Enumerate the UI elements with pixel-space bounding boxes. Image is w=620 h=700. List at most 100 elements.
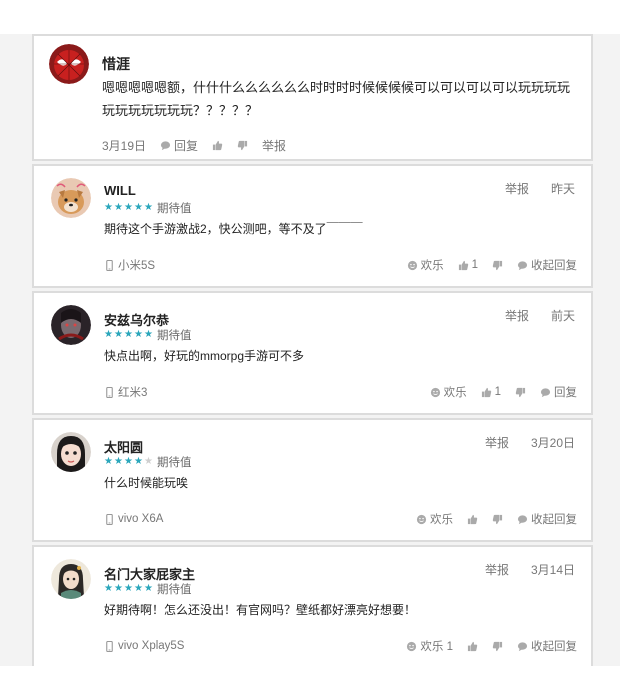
fun-button[interactable]: 欢乐 1 bbox=[406, 638, 453, 654]
star-icon: ★ bbox=[134, 456, 143, 467]
reply-label: 收起回复 bbox=[531, 514, 577, 526]
page-top-margin bbox=[0, 0, 620, 34]
avatar[interactable] bbox=[51, 559, 91, 599]
thumbs-up-icon bbox=[212, 140, 223, 151]
like-button[interactable] bbox=[212, 140, 223, 151]
rating-label: 期待值 bbox=[157, 330, 192, 342]
star-icon: ★ bbox=[124, 202, 133, 213]
avatar[interactable] bbox=[51, 432, 91, 472]
star-icon: ★ bbox=[114, 583, 123, 594]
report-button[interactable]: 举报 bbox=[485, 561, 509, 578]
like-button[interactable]: 1 bbox=[458, 259, 478, 271]
comment-list: 惜涯 嗯嗯嗯嗯嗯额，什什什么么么么么么时时时时候候候候可以可以可以可以玩玩玩玩玩… bbox=[32, 34, 593, 672]
rating-label: 期待值 bbox=[157, 203, 192, 215]
avatar[interactable] bbox=[51, 178, 91, 218]
comment-time: 昨天 bbox=[550, 182, 575, 196]
like-button[interactable]: 1 bbox=[481, 386, 501, 398]
reply-label: 回复 bbox=[174, 138, 199, 153]
phone-icon bbox=[104, 640, 115, 652]
fun-label: 欢乐 1 bbox=[420, 641, 453, 653]
star-icon: ★ bbox=[104, 202, 113, 213]
thumbs-down-icon bbox=[492, 641, 503, 652]
speech-bubble-icon bbox=[517, 260, 528, 271]
star-rating: ★ ★ ★ ★ ★ bbox=[104, 329, 154, 341]
comment-card: 安兹乌尔恭 ★ ★ ★ ★ ★ 期待值 举报 前天 快点出啊，好玩的mmorpg… bbox=[32, 291, 593, 415]
star-icon: ★ bbox=[104, 329, 113, 340]
comment-footer: vivo X6A 欢乐 收起回复 bbox=[104, 511, 577, 527]
comment-footer: 红米3 欢乐 1 回复 bbox=[104, 384, 577, 400]
report-button[interactable]: 举报 bbox=[485, 434, 509, 451]
comment-actions: 欢乐 1 收起回复 bbox=[407, 257, 577, 273]
thumbs-up-icon bbox=[467, 514, 478, 525]
comment-text: 期待这个手游激战2，快公测吧，等不及了￣￣￣ bbox=[104, 222, 363, 236]
comment-card: 名门大家屁家主 ★ ★ ★ ★ ★ 期待值 举报 3月14日 好期待啊！怎么还没… bbox=[32, 545, 593, 669]
dislike-button[interactable] bbox=[492, 641, 503, 652]
reply-button[interactable]: 收起回复 bbox=[517, 511, 577, 527]
dislike-button[interactable] bbox=[237, 140, 248, 151]
star-icon: ★ bbox=[124, 456, 133, 467]
comment-time: 3月14日 bbox=[530, 563, 575, 577]
reply-button[interactable]: 回复 bbox=[540, 384, 577, 400]
like-button[interactable] bbox=[467, 514, 478, 525]
star-icon: ★ bbox=[114, 329, 123, 340]
smiley-icon bbox=[416, 514, 427, 525]
smiley-icon bbox=[406, 641, 417, 652]
comment-card: 惜涯 嗯嗯嗯嗯嗯额，什什什么么么么么么时时时时候候候候可以可以可以可以玩玩玩玩玩… bbox=[32, 34, 593, 161]
star-icon: ★ bbox=[134, 583, 143, 594]
device-name: vivo X6A bbox=[118, 513, 164, 525]
avatar[interactable] bbox=[51, 305, 91, 345]
thumbs-down-icon bbox=[492, 260, 503, 271]
username[interactable]: 惜涯 bbox=[102, 54, 130, 74]
report-button[interactable]: 举报 bbox=[505, 307, 529, 324]
avatar[interactable] bbox=[49, 44, 89, 84]
dislike-button[interactable] bbox=[492, 514, 503, 525]
star-icon: ★ bbox=[134, 202, 143, 213]
report-button[interactable]: 举报 bbox=[505, 180, 529, 197]
device-name: 小米5S bbox=[118, 260, 156, 272]
fun-button[interactable]: 欢乐 bbox=[430, 384, 467, 400]
like-count: 1 bbox=[494, 386, 501, 398]
report-button[interactable]: 举报 bbox=[262, 137, 286, 154]
reply-label: 收起回复 bbox=[531, 260, 577, 272]
comment-text: 快点出啊，好玩的mmorpg手游可不多 bbox=[104, 349, 305, 363]
star-icon: ★ bbox=[144, 583, 153, 594]
speech-bubble-icon bbox=[160, 140, 171, 151]
star-icon: ★ bbox=[114, 202, 123, 213]
comment-meta: 举报 3月20日 bbox=[485, 434, 575, 451]
star-icon: ★ bbox=[104, 456, 113, 467]
star-icon: ★ bbox=[124, 583, 133, 594]
like-count: 1 bbox=[471, 259, 478, 271]
comment-time: 前天 bbox=[550, 309, 575, 323]
star-icon: ★ bbox=[144, 202, 153, 213]
phone-icon bbox=[104, 386, 115, 398]
dislike-button[interactable] bbox=[515, 387, 526, 398]
thumbs-up-icon bbox=[458, 260, 469, 271]
fun-label: 欢乐 bbox=[420, 260, 444, 272]
comment-actions: 欢乐 1 回复 bbox=[430, 384, 577, 400]
comment-meta: 举报 前天 bbox=[505, 307, 575, 324]
thumbs-down-icon bbox=[492, 514, 503, 525]
fun-label: 欢乐 bbox=[443, 387, 467, 399]
device-info: vivo X6A bbox=[104, 513, 163, 525]
fun-button[interactable]: 欢乐 bbox=[407, 257, 444, 273]
phone-icon bbox=[104, 513, 115, 525]
fun-button[interactable]: 欢乐 bbox=[416, 511, 453, 527]
comment-footer: vivo Xplay5S 欢乐 1 收起回复 bbox=[104, 638, 577, 654]
comment-meta: 举报 3月14日 bbox=[485, 561, 575, 578]
star-empty-icon: ★ bbox=[144, 456, 153, 467]
dislike-button[interactable] bbox=[492, 260, 503, 271]
star-icon: ★ bbox=[104, 583, 113, 594]
star-rating: ★ ★ ★ ★ ★ bbox=[104, 583, 154, 595]
rating-row: ★ ★ ★ ★ ★ 期待值 bbox=[104, 327, 192, 343]
comment-text: 什么时候能玩唉 bbox=[104, 476, 189, 490]
reply-button[interactable]: 收起回复 bbox=[517, 638, 577, 654]
fun-label: 欢乐 bbox=[430, 514, 453, 526]
reply-button[interactable]: 回复 bbox=[160, 137, 198, 154]
speech-bubble-icon bbox=[517, 641, 528, 652]
username[interactable]: WILL bbox=[104, 183, 136, 198]
page-bottom-margin bbox=[0, 666, 620, 700]
comment-meta: 举报 昨天 bbox=[505, 180, 575, 197]
reply-button[interactable]: 收起回复 bbox=[517, 257, 577, 273]
like-button[interactable] bbox=[467, 641, 478, 652]
reply-label: 收起回复 bbox=[531, 641, 577, 653]
